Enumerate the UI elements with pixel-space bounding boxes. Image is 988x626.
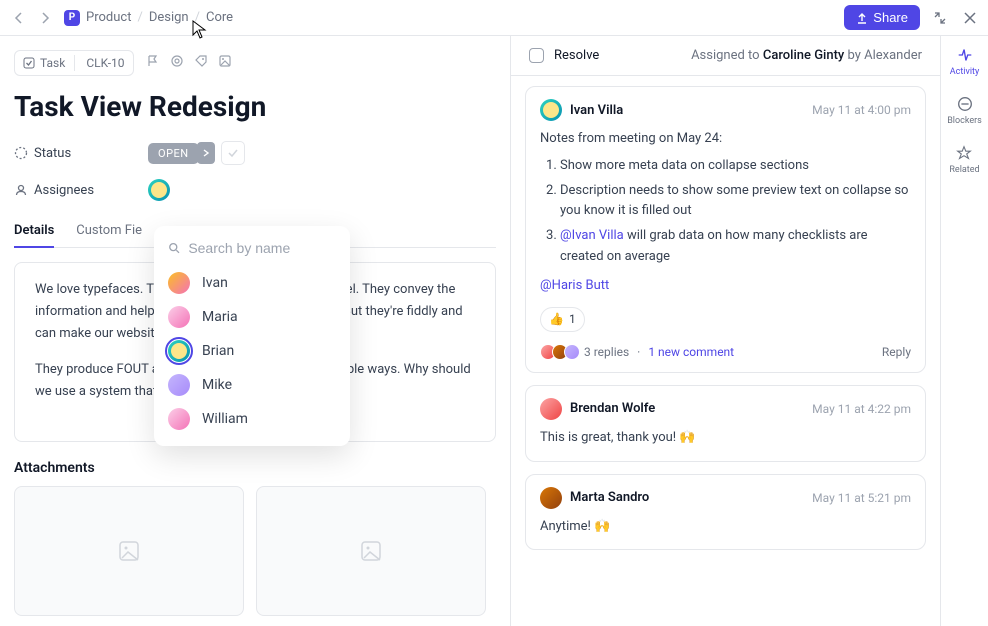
reply-avatars: [540, 344, 576, 360]
task-type-label: Task: [40, 56, 65, 70]
list-item: Show more meta data on collapse sections: [560, 156, 911, 177]
comment-author: Brendan Wolfe: [570, 401, 655, 416]
list-item: Description needs to show some preview t…: [560, 181, 911, 223]
page-title: Task View Redesign: [14, 90, 496, 123]
tab-custom-fields[interactable]: Custom Fie: [76, 215, 142, 247]
avatar: [168, 306, 190, 328]
breadcrumb-seg-1[interactable]: Product: [86, 10, 131, 25]
flag-icon[interactable]: [146, 54, 160, 72]
reply-button[interactable]: Reply: [882, 345, 911, 359]
close-icon[interactable]: [960, 8, 980, 28]
breadcrumb: Product / Design / Core: [86, 10, 233, 25]
status-pill[interactable]: OPEN: [148, 143, 199, 164]
assignee-option-label: William: [202, 411, 248, 427]
list-item: @Ivan Villa will grab data on how many c…: [560, 226, 911, 268]
mention[interactable]: @Ivan Villa: [560, 228, 624, 243]
assignee-option-label: Mike: [202, 377, 232, 393]
comment: Ivan Villa May 11 at 4:00 pm Notes from …: [525, 86, 926, 373]
collapse-icon[interactable]: [930, 8, 950, 28]
blockers-icon: [956, 95, 974, 113]
comments-panel: Resolve Assigned to Caroline Ginty by Al…: [510, 36, 940, 626]
share-button[interactable]: Share: [844, 5, 920, 30]
activity-icon: [956, 46, 974, 64]
status-icon: [14, 146, 28, 160]
reply-count[interactable]: 3 replies: [584, 345, 629, 359]
comment-time: May 11 at 5:21 pm: [812, 491, 911, 505]
mention[interactable]: @Haris Butt: [540, 278, 609, 293]
share-icon: [856, 12, 868, 24]
search-icon: [168, 241, 180, 255]
assignee-option[interactable]: Mike: [154, 368, 350, 402]
avatar: [540, 487, 562, 509]
assignee-option[interactable]: Maria: [154, 300, 350, 334]
comment-body: This is great, thank you! 🙌: [540, 428, 911, 449]
avatar: [168, 374, 190, 396]
assignee-option[interactable]: Ivan: [154, 266, 350, 300]
status-next-button[interactable]: [197, 142, 215, 164]
avatar: [168, 340, 190, 362]
status-label: Status: [14, 146, 134, 161]
comment-author: Marta Sandro: [570, 490, 649, 505]
comment: Marta Sandro May 11 at 5:21 pm Anytime! …: [525, 474, 926, 551]
workspace-logo-icon: P: [64, 10, 80, 26]
resolve-label: Resolve: [554, 48, 599, 63]
reaction-chip[interactable]: 👍1: [540, 307, 585, 332]
comment-body: Notes from meeting on May 24: Show more …: [540, 129, 911, 332]
new-comment-indicator[interactable]: 1 new comment: [648, 345, 734, 359]
image-icon: [118, 540, 140, 562]
topbar: P Product / Design / Core Share: [0, 0, 988, 36]
tab-details[interactable]: Details: [14, 215, 54, 248]
tag-icon[interactable]: [194, 54, 208, 72]
attachments-heading: Attachments: [14, 460, 496, 476]
target-icon[interactable]: [170, 54, 184, 72]
comment-body: Anytime! 🙌: [540, 517, 911, 538]
breadcrumb-seg-2[interactable]: Design: [149, 10, 189, 25]
assignee-avatar[interactable]: [148, 179, 170, 201]
breadcrumb-seg-3[interactable]: Core: [206, 10, 233, 25]
nav-back-button[interactable]: [8, 7, 30, 29]
rail-activity[interactable]: Activity: [950, 46, 979, 77]
assignee-search-input[interactable]: [188, 240, 336, 256]
thread-assigned-text: Assigned to Caroline Ginty by Alexander: [691, 48, 922, 63]
avatar: [540, 99, 562, 121]
rail-related[interactable]: Related: [949, 144, 979, 175]
image-icon: [360, 540, 382, 562]
task-id-label: CLK-10: [86, 56, 132, 70]
assignee-option-label: Maria: [202, 309, 238, 325]
attachment-placeholder[interactable]: [256, 486, 486, 616]
related-icon: [955, 144, 973, 162]
comment-time: May 11 at 4:22 pm: [812, 402, 911, 416]
comment-author: Ivan Villa: [570, 103, 623, 118]
assignee-option-label: Ivan: [202, 275, 228, 291]
comment-time: May 11 at 4:00 pm: [812, 103, 911, 117]
rail-blockers[interactable]: Blockers: [947, 95, 982, 126]
task-type-chip[interactable]: Task CLK-10: [14, 50, 134, 76]
avatar: [540, 398, 562, 420]
status-complete-button[interactable]: [221, 141, 245, 165]
avatar: [168, 272, 190, 294]
share-button-label: Share: [873, 10, 908, 25]
avatar: [168, 408, 190, 430]
task-detail-panel: Task CLK-10 Task View Redesign Status OP…: [0, 36, 510, 626]
assignee-picker-popup: Ivan Maria Brian Mike William: [154, 226, 350, 446]
image-icon[interactable]: [218, 54, 232, 72]
assignees-label: Assignees: [14, 183, 134, 198]
assignee-option[interactable]: William: [154, 402, 350, 436]
right-rail: Activity Blockers Related: [940, 36, 988, 626]
resolve-checkbox[interactable]: [529, 48, 544, 63]
nav-forward-button[interactable]: [34, 7, 56, 29]
assignee-option-label: Brian: [202, 343, 234, 359]
assignee-option[interactable]: Brian: [154, 334, 350, 368]
task-check-icon: [23, 57, 35, 69]
attachment-placeholder[interactable]: [14, 486, 244, 616]
comment: Brendan Wolfe May 11 at 4:22 pm This is …: [525, 385, 926, 462]
person-icon: [14, 183, 28, 197]
